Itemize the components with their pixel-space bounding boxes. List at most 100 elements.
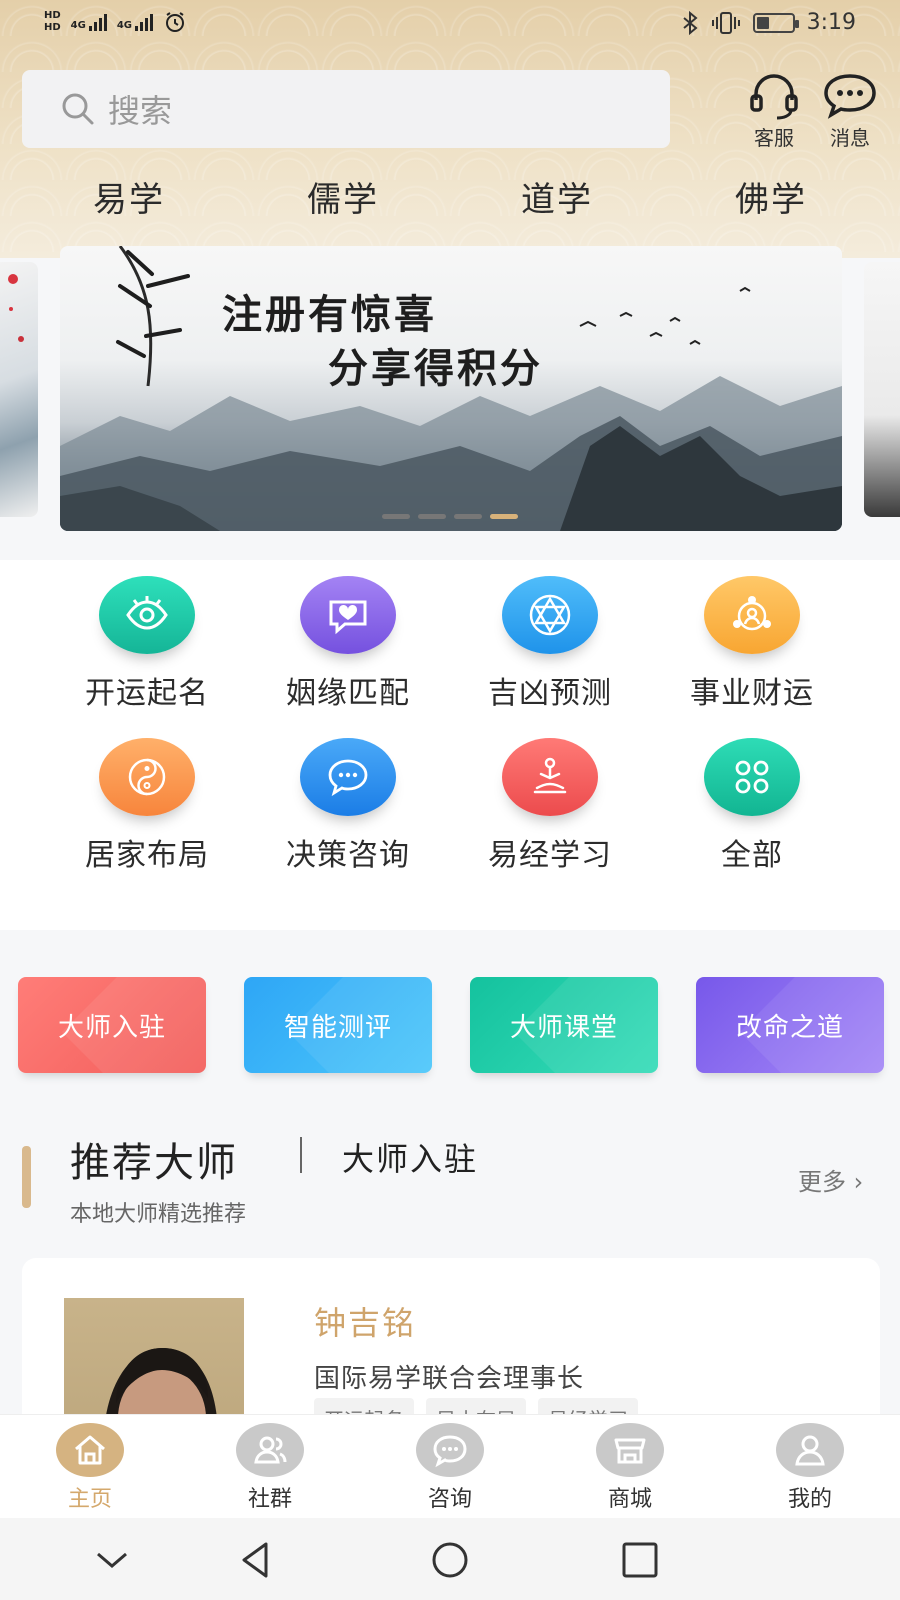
user-icon bbox=[795, 1435, 825, 1466]
banner-prev-peek[interactable] bbox=[0, 262, 38, 517]
function-grid: 开运起名 姻缘匹配 吉凶预测 事业财运 居家布局 决策咨询 易经学习 全部 bbox=[0, 560, 900, 930]
function-label: 事业财运 bbox=[690, 676, 814, 711]
tab-icon-bg bbox=[416, 1423, 484, 1477]
back-triangle-icon[interactable] bbox=[236, 1540, 276, 1580]
function-all[interactable]: 全部 bbox=[662, 738, 842, 874]
function-icon-bg bbox=[99, 576, 195, 654]
hd-label: HD bbox=[44, 10, 61, 21]
meditation-icon bbox=[533, 757, 567, 794]
more-link[interactable]: 更多 › bbox=[798, 1162, 863, 1197]
feature-label: 智能测评 bbox=[283, 1012, 392, 1043]
function-label: 易经学习 bbox=[488, 838, 612, 873]
chat-icon bbox=[433, 1435, 467, 1468]
function-icon-bg bbox=[300, 576, 396, 654]
tab-icon-bg bbox=[236, 1423, 304, 1477]
bluetooth-icon bbox=[682, 10, 698, 35]
system-navigation-bar bbox=[0, 1518, 900, 1600]
battery-icon bbox=[752, 12, 799, 33]
feature-master-join-button[interactable]: 大师入驻 bbox=[18, 977, 206, 1073]
tab-label: 主页 bbox=[67, 1487, 112, 1512]
signal-icon bbox=[88, 13, 107, 31]
function-icon-bg bbox=[300, 738, 396, 816]
section-description: 本地大师精选推荐 bbox=[70, 1202, 247, 1227]
section-title: 推荐大师 bbox=[70, 1140, 238, 1186]
function-label: 全部 bbox=[721, 838, 783, 873]
signal-icon-2 bbox=[135, 13, 154, 31]
function-career[interactable]: 事业财运 bbox=[662, 576, 842, 712]
home-icon bbox=[75, 1435, 105, 1465]
home-circle-icon[interactable] bbox=[430, 1540, 470, 1580]
banner-next-peek[interactable] bbox=[864, 262, 900, 517]
tab-label: 我的 bbox=[787, 1487, 832, 1512]
tab-label: 商城 bbox=[607, 1487, 652, 1512]
messages-button[interactable]: 消息 bbox=[818, 70, 882, 151]
customer-service-button[interactable]: 客服 bbox=[742, 70, 806, 151]
yin-yang-icon bbox=[128, 758, 166, 796]
feature-change-fate-button[interactable]: 改命之道 bbox=[696, 977, 884, 1073]
alarm-icon bbox=[166, 12, 185, 32]
tab-yixue[interactable]: 易学 bbox=[64, 172, 194, 221]
function-icon-bg bbox=[502, 576, 598, 654]
carousel-dot[interactable] bbox=[418, 514, 446, 519]
function-label: 吉凶预测 bbox=[488, 676, 612, 711]
network-type-2: 4G bbox=[116, 20, 133, 31]
function-label: 居家布局 bbox=[85, 838, 209, 873]
tab-consult[interactable]: 咨询 bbox=[395, 1423, 505, 1513]
function-naming[interactable]: 开运起名 bbox=[57, 576, 237, 712]
search-input[interactable]: 搜索 bbox=[22, 70, 670, 148]
feature-label: 大师入驻 bbox=[57, 1012, 166, 1043]
section-subtitle-tab[interactable]: 大师入驻 bbox=[342, 1134, 478, 1180]
tab-label: 社群 bbox=[247, 1487, 292, 1512]
status-left: HD HD 4G 4G bbox=[44, 10, 187, 34]
function-icon-bg bbox=[99, 738, 195, 816]
tab-home[interactable]: 主页 bbox=[35, 1423, 145, 1513]
tab-icon-bg bbox=[596, 1423, 664, 1477]
feature-label: 大师课堂 bbox=[509, 1012, 618, 1043]
carousel-dots bbox=[382, 514, 518, 519]
chevron-down-icon[interactable] bbox=[92, 1540, 132, 1580]
master-name[interactable]: 钟吉铭 bbox=[314, 1298, 416, 1344]
section-divider bbox=[300, 1137, 302, 1173]
banner[interactable]: 注册有惊喜 分享得积分 bbox=[60, 246, 842, 531]
function-decision[interactable]: 决策咨询 bbox=[258, 738, 438, 874]
carousel-dot[interactable] bbox=[382, 514, 410, 519]
status-right: 3:19 bbox=[681, 10, 856, 35]
banner-line-1: 注册有惊喜 bbox=[222, 292, 437, 338]
feature-label: 改命之道 bbox=[735, 1012, 844, 1043]
function-label: 决策咨询 bbox=[286, 838, 410, 873]
tab-ruxue[interactable]: 儒学 bbox=[278, 172, 408, 221]
tab-icon-bg bbox=[776, 1423, 844, 1477]
feature-smart-assessment-button[interactable]: 智能测评 bbox=[244, 977, 432, 1073]
section-accent-bar bbox=[22, 1146, 31, 1208]
headset-icon bbox=[750, 74, 798, 120]
carousel-dot[interactable] bbox=[454, 514, 482, 519]
hd-label-2: HD bbox=[44, 22, 61, 33]
function-yijing-study[interactable]: 易经学习 bbox=[460, 738, 640, 874]
tab-daoxue[interactable]: 道学 bbox=[492, 172, 622, 221]
function-fortune[interactable]: 吉凶预测 bbox=[460, 576, 640, 712]
clock: 3:19 bbox=[806, 10, 856, 35]
function-marriage[interactable]: 姻缘匹配 bbox=[258, 576, 438, 712]
tab-shop[interactable]: 商城 bbox=[575, 1423, 685, 1513]
function-icon-bg bbox=[704, 738, 800, 816]
network-user-icon bbox=[733, 596, 771, 631]
function-home-layout[interactable]: 居家布局 bbox=[57, 738, 237, 874]
recent-apps-square-icon[interactable] bbox=[620, 1540, 660, 1580]
carousel-dot-active[interactable] bbox=[490, 514, 518, 519]
message-bubble-icon bbox=[824, 74, 876, 119]
heart-chat-icon bbox=[329, 600, 367, 635]
master-title: 国际易学联合会理事长 bbox=[314, 1364, 585, 1394]
messages-label: 消息 bbox=[830, 126, 870, 150]
grid-four-icon bbox=[735, 760, 769, 794]
tab-foxue[interactable]: 佛学 bbox=[706, 172, 836, 221]
shop-icon bbox=[614, 1438, 646, 1464]
feature-master-class-button[interactable]: 大师课堂 bbox=[470, 977, 658, 1073]
status-bar: HD HD 4G 4G 3:19 bbox=[0, 0, 900, 50]
group-icon bbox=[254, 1436, 287, 1464]
vibrate-icon bbox=[711, 11, 740, 34]
tab-mine[interactable]: 我的 bbox=[755, 1423, 865, 1513]
search-placeholder: 搜索 bbox=[108, 92, 173, 130]
function-label: 姻缘匹配 bbox=[286, 676, 410, 711]
banner-line-2: 分享得积分 bbox=[328, 346, 543, 392]
tab-community[interactable]: 社群 bbox=[215, 1423, 325, 1513]
